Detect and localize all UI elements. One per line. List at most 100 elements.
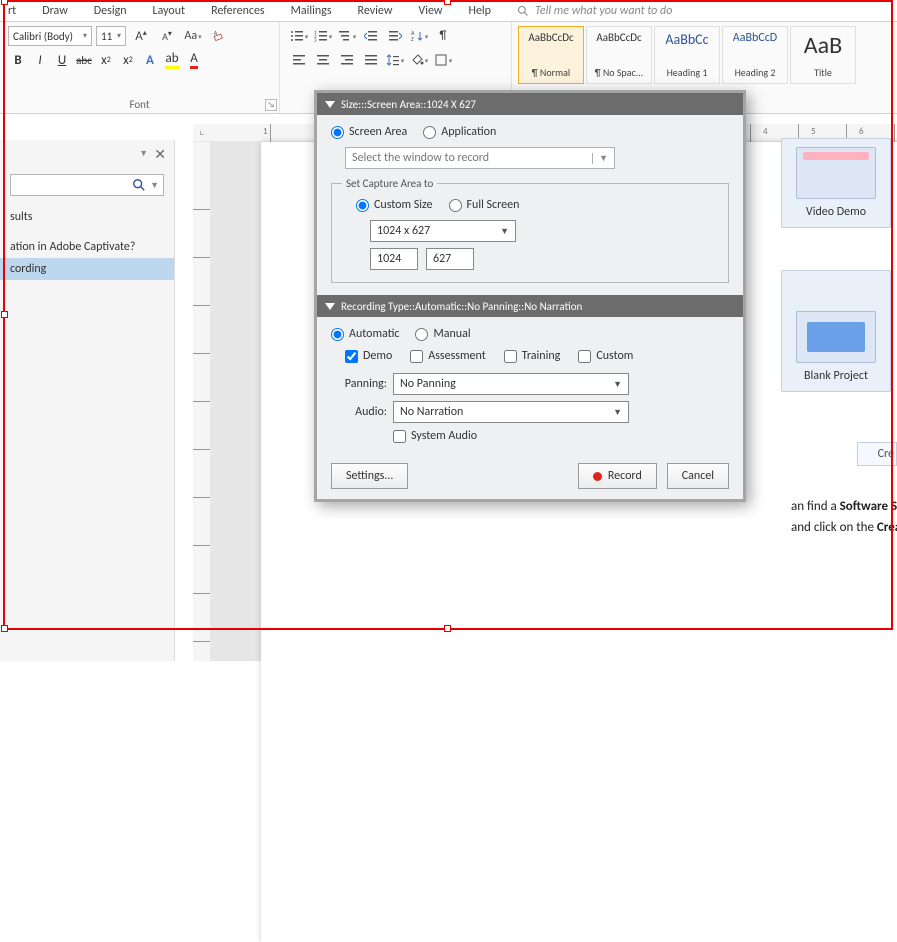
tab-help[interactable]: Help: [468, 4, 491, 18]
superscript-button[interactable]: x2: [118, 50, 138, 70]
align-left-button[interactable]: [288, 50, 310, 70]
card-video-demo[interactable]: Video Demo: [781, 138, 891, 228]
audio-combo[interactable]: No Narration▼: [393, 401, 629, 423]
svg-text:Z: Z: [411, 35, 414, 43]
outdent-icon: [364, 29, 378, 43]
check-demo[interactable]: Demo: [345, 349, 392, 363]
panning-combo[interactable]: No Panning▼: [393, 373, 629, 395]
chevron-down-icon: ▼: [613, 379, 622, 390]
underline-button[interactable]: U: [52, 50, 72, 70]
radio-custom-size[interactable]: Custom Size: [356, 198, 433, 212]
ribbon-tabs: rt Draw Design Layout References Mailing…: [0, 0, 897, 22]
shrink-font-button[interactable]: A▾: [156, 26, 178, 46]
tab-review[interactable]: Review: [358, 4, 393, 18]
nav-heading-item[interactable]: ation in Adobe Captivate?: [0, 236, 174, 258]
style-no-spacing[interactable]: AaBbCcDc¶ No Spac...: [586, 26, 652, 84]
subscript-button[interactable]: x2: [96, 50, 116, 70]
grow-font-button[interactable]: A▴: [130, 26, 152, 46]
tab-references[interactable]: References: [211, 4, 265, 18]
radio-application[interactable]: Application: [423, 125, 496, 139]
radio-manual[interactable]: Manual: [415, 327, 470, 341]
borders-button[interactable]: [432, 50, 454, 70]
tab-design[interactable]: Design: [94, 4, 127, 18]
show-marks-button[interactable]: ¶: [432, 26, 454, 46]
change-case-button[interactable]: Aa: [182, 26, 204, 46]
dialog-header-size[interactable]: Size:::Screen Area::1024 X 627: [317, 93, 743, 115]
align-left-icon: [292, 53, 306, 67]
style-heading1[interactable]: AaBbCcHeading 1: [654, 26, 720, 84]
numbering-icon: 123: [314, 29, 328, 43]
font-size-value: 11: [101, 30, 112, 43]
cancel-button[interactable]: Cancel: [667, 463, 729, 489]
search-icon: [517, 5, 529, 17]
justify-button[interactable]: [360, 50, 382, 70]
tab-mailings[interactable]: Mailings: [291, 4, 332, 18]
settings-button[interactable]: Settings...: [331, 463, 408, 489]
numbering-button[interactable]: 123: [312, 26, 334, 46]
tab-layout[interactable]: Layout: [153, 4, 186, 18]
panning-label: Panning:: [331, 377, 387, 391]
dialog-header-recording[interactable]: Recording Type::Automatic::No Panning::N…: [317, 295, 743, 317]
shading-button[interactable]: [408, 50, 430, 70]
nav-search-input[interactable]: ▼: [10, 174, 164, 196]
size-preset-combo[interactable]: 1024 x 627 ▼: [370, 220, 516, 242]
style-title[interactable]: AaBTitle: [790, 26, 856, 84]
radio-automatic[interactable]: Automatic: [331, 327, 399, 341]
record-button[interactable]: Record: [578, 463, 657, 489]
font-name-combo[interactable]: Calibri (Body)▾: [8, 26, 92, 46]
card-label: Blank Project: [804, 369, 868, 383]
window-select-combo[interactable]: Select the window to record ▼: [345, 147, 615, 169]
height-input[interactable]: 627: [426, 248, 474, 270]
size-preset-value: 1024 x 627: [377, 224, 430, 238]
tab-draw[interactable]: Draw: [42, 4, 68, 18]
nav-dropdown-icon[interactable]: ▼: [139, 148, 148, 159]
line-spacing-button[interactable]: [384, 50, 406, 70]
font-color-button[interactable]: A: [184, 50, 204, 70]
style-heading2[interactable]: AaBbCcDHeading 2: [722, 26, 788, 84]
check-custom[interactable]: Custom: [578, 349, 633, 363]
video-demo-thumb: [796, 147, 876, 199]
clear-formatting-button[interactable]: A: [208, 26, 230, 46]
card-blank-project[interactable]: Blank Project: [781, 270, 891, 392]
width-input[interactable]: 1024: [370, 248, 418, 270]
check-assessment[interactable]: Assessment: [410, 349, 485, 363]
check-training[interactable]: Training: [504, 349, 561, 363]
increase-indent-button[interactable]: [384, 26, 406, 46]
nav-tab-results[interactable]: sults: [0, 206, 174, 228]
check-system-audio[interactable]: System Audio: [393, 429, 477, 443]
bullets-button[interactable]: [288, 26, 310, 46]
multilevel-icon: [338, 29, 352, 43]
font-dialog-launcher[interactable]: ↘: [265, 99, 277, 111]
text-effects-button[interactable]: A: [140, 50, 160, 70]
italic-button[interactable]: I: [30, 50, 50, 70]
spacing-icon: [386, 53, 400, 67]
radio-screen-area[interactable]: Screen Area: [331, 125, 407, 139]
ruler-mark: 6: [859, 126, 864, 137]
style-normal[interactable]: AaBbCcDc¶ Normal: [518, 26, 584, 84]
radio-full-screen[interactable]: Full Screen: [449, 198, 520, 212]
ruler-mark: 4: [763, 126, 768, 137]
strikethrough-button[interactable]: abc: [74, 50, 94, 70]
align-center-button[interactable]: [312, 50, 334, 70]
vertical-ruler[interactable]: [193, 142, 211, 661]
highlight-button[interactable]: ab: [162, 50, 182, 70]
nav-search-dropdown[interactable]: ▼: [150, 180, 159, 191]
nav-close-button[interactable]: ✕: [154, 146, 166, 163]
bold-button[interactable]: B: [8, 50, 28, 70]
chevron-down-icon: ▼: [500, 226, 509, 237]
tab-selector[interactable]: ∟: [193, 127, 223, 138]
decrease-indent-button[interactable]: [360, 26, 382, 46]
font-size-combo[interactable]: 11▾: [96, 26, 126, 46]
collapse-icon: [325, 101, 335, 108]
nav-heading-item[interactable]: cording: [0, 258, 174, 280]
multilevel-list-button[interactable]: [336, 26, 358, 46]
chevron-down-icon: ▼: [592, 153, 608, 164]
font-group: Calibri (Body)▾ 11▾ A▴ A▾ Aa A B I U abc…: [0, 22, 280, 113]
create-button-partial[interactable]: Cre: [857, 442, 897, 466]
tab-rt[interactable]: rt: [8, 4, 16, 18]
sort-button[interactable]: AZ: [408, 26, 430, 46]
tab-view[interactable]: View: [418, 4, 442, 18]
tell-me-search[interactable]: Tell me what you want to do: [517, 4, 672, 18]
capture-dialog: Size:::Screen Area::1024 X 627 Screen Ar…: [314, 90, 746, 502]
align-right-button[interactable]: [336, 50, 358, 70]
